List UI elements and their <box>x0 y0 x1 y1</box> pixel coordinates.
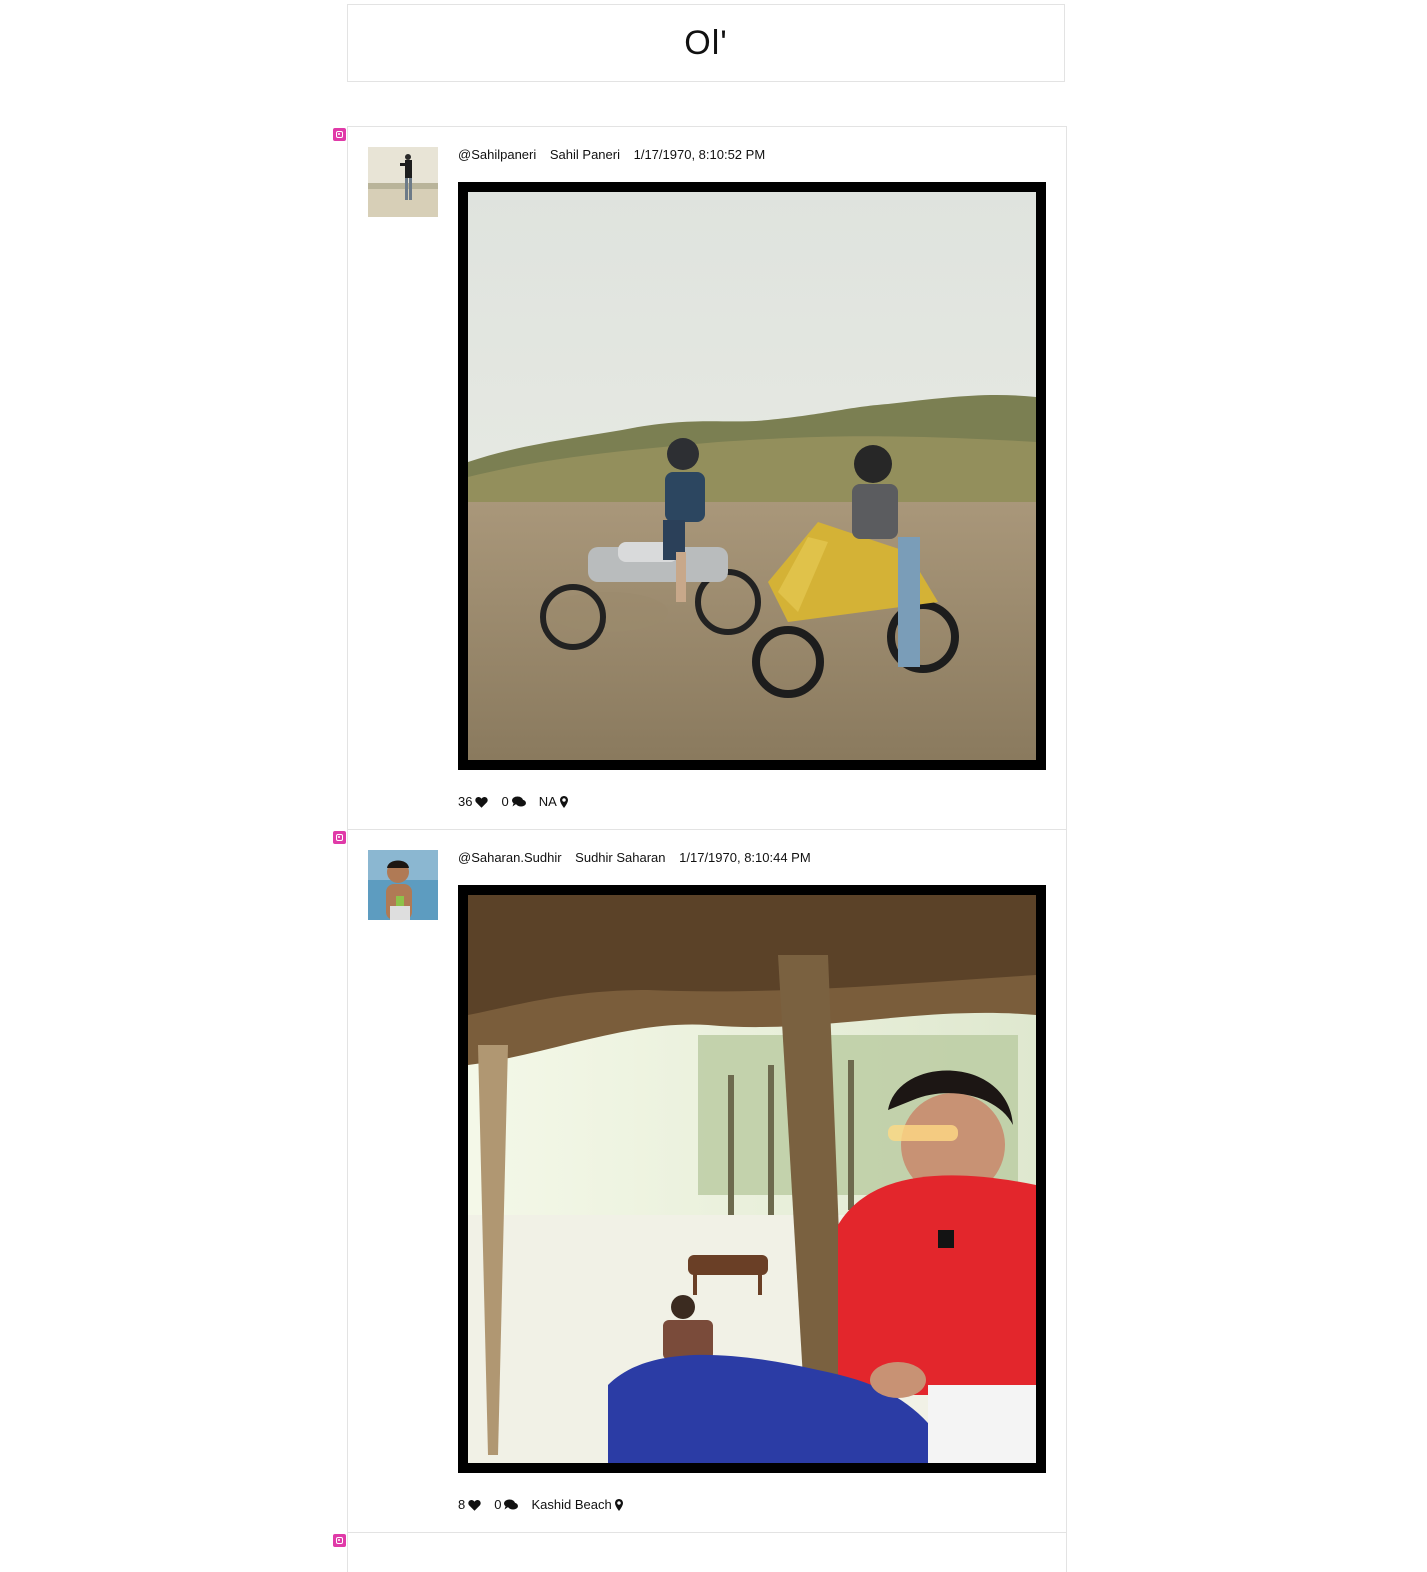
likes-value: 8 <box>458 1497 466 1512</box>
instagram-icon[interactable] <box>333 831 346 844</box>
comment-icon <box>511 796 526 806</box>
instagram-icon[interactable] <box>333 1534 346 1547</box>
comments-value: 0 <box>501 794 509 809</box>
avatar[interactable] <box>368 850 438 920</box>
user-handle[interactable]: @Sahilpaneri <box>458 147 536 162</box>
user-name[interactable]: Sahil Paneri <box>550 147 620 162</box>
heart-icon <box>468 1499 481 1511</box>
instagram-icon[interactable] <box>333 128 346 141</box>
heart-icon <box>475 796 489 808</box>
post-stats: 8 0 Kashid Beach <box>458 1497 636 1512</box>
post-feed: @Sahilpaneri Sahil Paneri 1/17/1970, 8:1… <box>333 126 1067 1572</box>
comment-icon <box>504 1499 519 1509</box>
post-photo[interactable] <box>458 885 1046 1473</box>
post-date: 1/17/1970, 8:10:52 PM <box>633 147 766 162</box>
post-card <box>333 1532 1067 1572</box>
post-card: @Saharan.Sudhir Sudhir Saharan 1/17/1970… <box>333 829 1067 1532</box>
user-handle[interactable]: @Saharan.Sudhir <box>458 850 562 865</box>
location-name: Kashid Beach <box>531 1497 612 1512</box>
post-card: @Sahilpaneri Sahil Paneri 1/17/1970, 8:1… <box>333 126 1067 829</box>
likes-count[interactable]: 36 <box>458 794 489 809</box>
comments-value: 0 <box>494 1497 502 1512</box>
page-header: Ol' <box>347 4 1065 82</box>
map-pin-icon <box>614 1498 623 1511</box>
location-name: NA <box>538 794 557 809</box>
page-title: Ol' <box>684 23 728 62</box>
location[interactable]: NA <box>539 794 568 809</box>
post-photo[interactable] <box>458 182 1046 770</box>
comments-count[interactable]: 0 <box>501 794 526 809</box>
likes-value: 36 <box>458 794 473 809</box>
location[interactable]: Kashid Beach <box>531 1497 623 1512</box>
likes-count[interactable]: 8 <box>458 1497 481 1512</box>
user-name[interactable]: Sudhir Saharan <box>575 850 665 865</box>
post-date: 1/17/1970, 8:10:44 PM <box>679 850 811 865</box>
post-meta: @Saharan.Sudhir Sudhir Saharan 1/17/1970… <box>458 850 821 866</box>
avatar[interactable] <box>368 147 438 217</box>
comments-count[interactable]: 0 <box>494 1497 519 1512</box>
post-stats: 36 0 NA <box>458 794 581 809</box>
map-pin-icon <box>559 795 568 808</box>
post-meta: @Sahilpaneri Sahil Paneri 1/17/1970, 8:1… <box>458 147 775 163</box>
